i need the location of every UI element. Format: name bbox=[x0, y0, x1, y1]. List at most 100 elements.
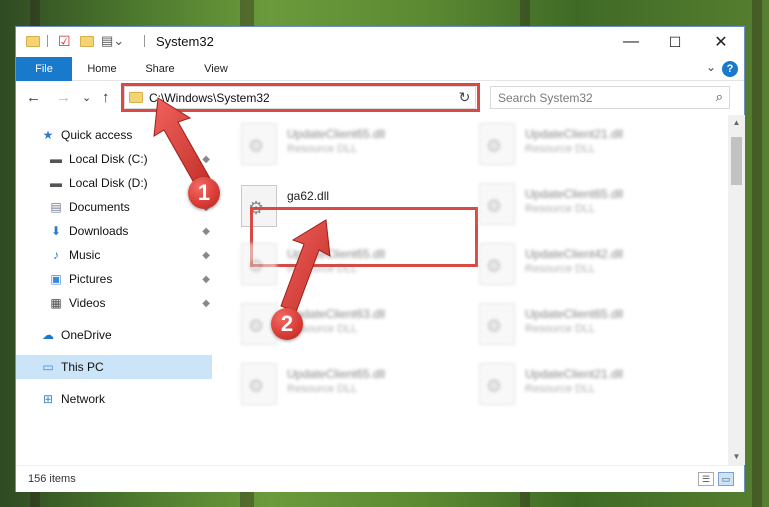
up-button[interactable]: ↑ bbox=[102, 89, 110, 106]
pin-icon: ◆ bbox=[202, 249, 210, 261]
separator bbox=[144, 35, 145, 47]
search-input[interactable]: Search System32 bbox=[498, 91, 593, 105]
file-type: Resource DLL bbox=[525, 323, 596, 335]
search-box[interactable]: Search System32 ⌕ bbox=[490, 86, 730, 109]
forward-button[interactable]: → bbox=[56, 89, 71, 106]
tiles-view-button[interactable]: ▭ bbox=[718, 472, 734, 486]
sidebar-item-label: OneDrive bbox=[61, 328, 112, 342]
cloud-icon: ☁ bbox=[42, 328, 54, 342]
videos-icon: ▦ bbox=[50, 296, 62, 310]
sidebar-item-music[interactable]: ♪ Music ◆ bbox=[16, 243, 212, 267]
file-name: ga62.dll bbox=[287, 189, 330, 203]
recent-locations-button[interactable]: ⌄ bbox=[82, 91, 91, 104]
star-icon: ★ bbox=[42, 128, 54, 142]
file-name: UpdateClient65.dll bbox=[287, 367, 386, 381]
pin-icon: ◆ bbox=[202, 297, 210, 309]
tab-file[interactable]: File bbox=[16, 57, 72, 81]
file-name: UpdateClient42.dll bbox=[525, 247, 624, 261]
ribbon-tabs: File Home Share View ⌄ ? bbox=[16, 57, 744, 81]
monitor-icon: ▭ bbox=[42, 360, 54, 374]
explorer-window: ☑ ▤⌄ System32 — ☐ ✕ File Home Share View… bbox=[15, 26, 745, 492]
status-bar: 156 items ☰ ▭ bbox=[16, 465, 744, 492]
network-icon: ⊞ bbox=[42, 392, 54, 406]
sidebar-item-documents[interactable]: ▤ Documents ◆ bbox=[16, 195, 212, 219]
sidebar-item-local-disk-d[interactable]: ▬ Local Disk (D:) ◆ bbox=[16, 171, 212, 195]
file-name: UpdateClient65.dll bbox=[287, 127, 386, 141]
file-type: Resource DLL bbox=[287, 143, 358, 155]
navigation-bar: ← → ⌄ ↑ C:\Windows\System32 ⌄ ↻ Search S… bbox=[16, 81, 744, 115]
dll-file-icon: ⚙ bbox=[479, 183, 515, 225]
sidebar-item-label: Local Disk (C:) bbox=[69, 152, 148, 166]
file-name: UpdateClient65.dll bbox=[525, 187, 624, 201]
dll-file-icon: ⚙ bbox=[479, 363, 515, 405]
dll-file-icon: ⚙ bbox=[479, 123, 515, 165]
navigation-pane: ★ Quick access ▬ Local Disk (C:) ◆ ▬ Loc… bbox=[16, 115, 212, 465]
sidebar-item-label: Pictures bbox=[69, 272, 113, 286]
sidebar-item-pictures[interactable]: ▣ Pictures ◆ bbox=[16, 267, 212, 291]
tab-view[interactable]: View bbox=[194, 57, 238, 81]
drive-icon: ▬ bbox=[50, 152, 62, 166]
file-name: UpdateClient65.dll bbox=[525, 307, 624, 321]
background-tree bbox=[752, 0, 762, 507]
sidebar-item-local-disk-c[interactable]: ▬ Local Disk (C:) ◆ bbox=[16, 147, 212, 171]
sidebar-item-downloads[interactable]: ⬇ Downloads ◆ bbox=[16, 219, 212, 243]
properties-icon[interactable]: ☑ bbox=[58, 33, 71, 51]
file-item[interactable]: ⚙ UpdateClient65.dll Resource DLL bbox=[473, 297, 703, 349]
customize-toolbar-icon[interactable]: ▤⌄ bbox=[101, 33, 124, 51]
pin-icon: ◆ bbox=[202, 225, 210, 237]
file-type: Resource DLL bbox=[287, 263, 358, 275]
scroll-up-icon[interactable]: ▲ bbox=[728, 115, 745, 131]
pin-icon: ◆ bbox=[202, 153, 210, 165]
sidebar-item-onedrive[interactable]: ☁ OneDrive bbox=[16, 323, 212, 347]
file-item[interactable]: ⚙ UpdateClient42.dll Resource DLL bbox=[473, 237, 703, 289]
file-item[interactable]: ⚙ UpdateClient63.dll Resource DLL bbox=[235, 297, 465, 349]
file-item[interactable]: ⚙ UpdateClient65.dll Resource DLL bbox=[235, 357, 465, 409]
dll-file-icon: ⚙ bbox=[241, 123, 277, 165]
close-button[interactable]: ✕ bbox=[698, 27, 744, 57]
dll-file-icon: ⚙ bbox=[241, 363, 277, 405]
dll-file-icon: ⚙ bbox=[479, 243, 515, 285]
address-highlight-box bbox=[121, 83, 480, 112]
sidebar-item-videos[interactable]: ▦ Videos ◆ bbox=[16, 291, 212, 315]
file-item[interactable]: ⚙ UpdateClient21.dll Resource DLL bbox=[473, 357, 703, 409]
details-view-button[interactable]: ☰ bbox=[698, 472, 714, 486]
sidebar-item-network[interactable]: ⊞ Network bbox=[16, 387, 212, 411]
dll-file-icon: ⚙ bbox=[241, 243, 277, 285]
help-icon[interactable]: ? bbox=[722, 61, 738, 77]
drive-icon: ▬ bbox=[50, 176, 62, 190]
chevron-down-icon[interactable]: ⌄ bbox=[706, 60, 716, 74]
file-name: UpdateClient65.dll bbox=[287, 247, 386, 261]
file-item[interactable]: ⚙ UpdateClient65.dll Resource DLL bbox=[235, 237, 465, 289]
minimize-button[interactable]: — bbox=[608, 27, 654, 57]
downloads-icon: ⬇ bbox=[50, 224, 62, 238]
step-1-callout: 1 bbox=[188, 177, 220, 209]
folder-icon bbox=[26, 36, 40, 47]
file-list: ⚙ UpdateClient65.dll Resource DLL ⚙ ga62… bbox=[213, 115, 728, 465]
file-type: Resource DLL bbox=[287, 383, 358, 395]
vertical-scrollbar[interactable]: ▲ ▼ bbox=[728, 115, 745, 465]
dll-file-icon: ⚙ bbox=[479, 303, 515, 345]
search-icon[interactable]: ⌕ bbox=[716, 89, 723, 105]
window-title: System32 bbox=[156, 34, 214, 49]
scrollbar-thumb[interactable] bbox=[731, 137, 742, 185]
file-type: Resource DLL bbox=[525, 143, 596, 155]
scroll-down-icon[interactable]: ▼ bbox=[728, 449, 745, 465]
sidebar-item-this-pc[interactable]: ▭ This PC bbox=[16, 355, 212, 379]
file-type: Resource DLL bbox=[525, 263, 596, 275]
sidebar-item-label: This PC bbox=[61, 360, 104, 374]
back-button[interactable]: ← bbox=[26, 89, 41, 106]
documents-icon: ▤ bbox=[50, 200, 62, 214]
title-bar: ☑ ▤⌄ System32 — ☐ ✕ bbox=[16, 27, 744, 57]
pictures-icon: ▣ bbox=[50, 272, 62, 286]
maximize-button[interactable]: ☐ bbox=[652, 27, 698, 57]
file-item[interactable]: ⚙ UpdateClient65.dll Resource DLL bbox=[473, 177, 703, 229]
tab-share[interactable]: Share bbox=[138, 57, 182, 81]
tab-home[interactable]: Home bbox=[78, 57, 126, 81]
file-type: Resource DLL bbox=[525, 203, 596, 215]
file-item[interactable]: ⚙ UpdateClient65.dll Resource DLL bbox=[235, 117, 465, 169]
sidebar-item-quick-access[interactable]: ★ Quick access bbox=[16, 123, 212, 147]
file-item[interactable]: ⚙ UpdateClient21.dll Resource DLL bbox=[473, 117, 703, 169]
item-count: 156 items bbox=[28, 473, 76, 485]
separator bbox=[47, 35, 48, 47]
new-folder-icon[interactable] bbox=[80, 36, 94, 47]
